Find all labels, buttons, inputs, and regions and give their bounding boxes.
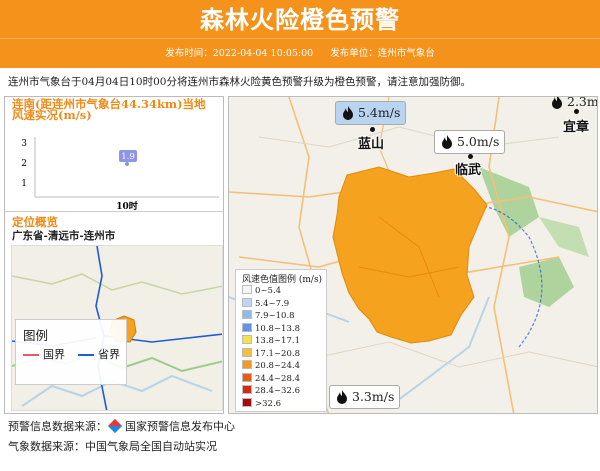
flame-icon — [337, 390, 347, 404]
overview-legend: 图例 国界 省界 — [15, 319, 127, 385]
source-line: 预警信息数据来源： 国家预警信息发布中心 — [8, 418, 235, 434]
country-border-swatch — [23, 354, 39, 356]
warning-center-logo-icon — [107, 418, 123, 434]
source-label: 预警信息数据来源： — [8, 420, 107, 433]
legend-title: 风速色值图例 (m/s) — [242, 275, 323, 285]
city-dot — [370, 127, 375, 132]
data-point — [125, 162, 129, 166]
wind-color-legend: 风速色值图例 (m/s) 0~5.4 5.4~7.9 7.9~10.8 10.8… — [235, 269, 327, 412]
wind-speed-chart: 1 2 3 10时 1.9 连南(距连州市气象台44.34km)当地风速实况(m… — [5, 97, 223, 211]
source-value[interactable]: 国家预警信息发布中心 — [125, 420, 235, 433]
data-label: 1.9 — [121, 152, 135, 162]
flame-icon — [343, 106, 353, 120]
divider — [5, 211, 223, 212]
left-panel: 1 2 3 10时 1.9 连南(距连州市气象台44.34km)当地风速实况(m… — [4, 96, 224, 414]
legend-item: 20.8~24.4 — [242, 360, 300, 371]
y-tick-label: 3 — [21, 139, 27, 149]
legend-item: 28.4~32.6 — [242, 385, 300, 396]
legend-country-border: 国界 — [23, 346, 65, 362]
overview-legend-title: 图例 — [23, 328, 49, 343]
publish-time: 发布时间：2022-04-04 10:05:00 — [165, 48, 314, 59]
legend-province-border: 省界 — [78, 346, 120, 362]
wind-chart-title: 连南(距连州市气象台44.34km)当地风速实况(m/s) — [12, 97, 206, 122]
weather-source: 气象数据来源：中国气象局全国自动站实况 — [8, 440, 217, 453]
y-tick-label: 2 — [21, 159, 27, 169]
warning-meta: 发布时间：2022-04-04 10:05:00 发布单位：连州市气象台 — [0, 38, 600, 68]
warning-summary: 连州市气象台于04月04日10时00分将连州市森林火险黄色预警升级为橙色预警，请… — [8, 76, 471, 88]
x-tick-label: 10时 — [116, 200, 138, 211]
wind-station-badge[interactable]: 2.3m/s — [545, 97, 597, 115]
publisher: 发布单位：连州市气象台 — [330, 48, 435, 59]
legend-item: 5.4~7.9 — [242, 297, 289, 309]
city-yizhang[interactable]: 宜章 — [563, 116, 589, 135]
warning-title: 森林火险橙色预警 — [0, 0, 600, 38]
city-linwu[interactable]: 临武 — [455, 159, 481, 178]
flame-icon — [442, 135, 452, 149]
flame-icon — [552, 97, 562, 109]
city-lanshan[interactable]: 蓝山 — [358, 133, 384, 152]
legend-item: 13.8~17.1 — [242, 335, 300, 346]
main-map[interactable]: 蓝山 临武 宜章 5.4m/s 5.0m/s 2.3m/s 3.3m/s 风速色… — [228, 96, 598, 414]
legend-item: 0~5.4 — [242, 285, 281, 296]
legend-item: 17.1~20.8 — [242, 347, 300, 359]
legend-item: 10.8~13.8 — [242, 322, 300, 334]
legend-item: 7.9~10.8 — [242, 310, 295, 321]
province-border-swatch — [78, 354, 94, 356]
wind-station-badge[interactable]: 5.4m/s — [335, 101, 407, 125]
y-tick-label: 1 — [21, 179, 27, 189]
location-text: 广东省-清远市-连州市 — [12, 230, 116, 242]
wind-station-badge[interactable]: 3.3m/s — [329, 385, 401, 409]
legend-item: >32.6 — [242, 397, 281, 409]
legend-item: 24.4~28.4 — [242, 372, 300, 384]
wind-station-badge[interactable]: 5.0m/s — [434, 130, 506, 154]
